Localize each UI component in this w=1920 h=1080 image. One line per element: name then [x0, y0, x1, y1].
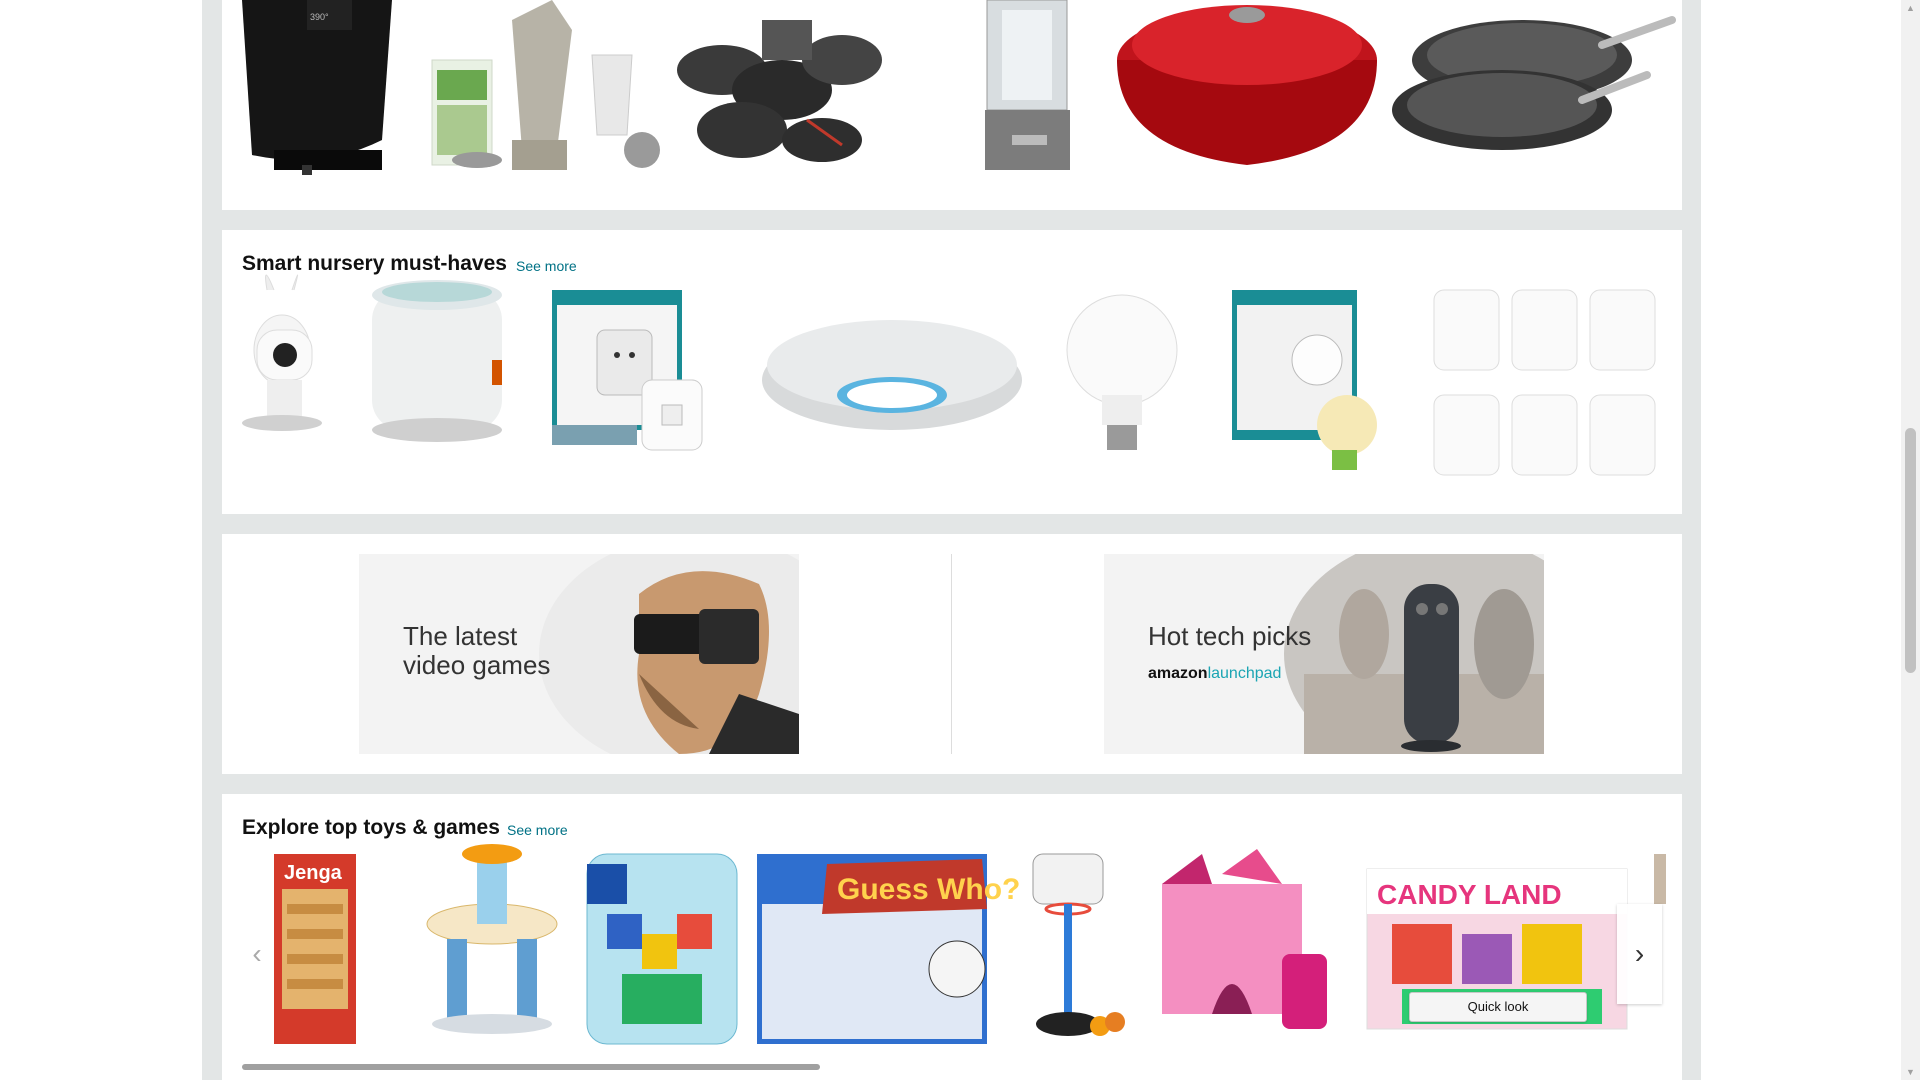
- product-smart-wifi-plug[interactable]: [552, 290, 703, 451]
- product-dutch-oven[interactable]: [1117, 5, 1377, 165]
- banners-card: The latest video games Hot tech picks am…: [222, 534, 1682, 774]
- carousel-scrollbar[interactable]: [242, 1064, 1662, 1070]
- product-blender-system[interactable]: [431, 0, 660, 170]
- hot-tech-banner[interactable]: Hot tech picks amazonlaunchpad: [1104, 554, 1544, 754]
- product-night-light-projector[interactable]: [372, 280, 502, 442]
- product-cookware-set[interactable]: [677, 20, 882, 162]
- jenga-logo-text: Jenga: [284, 862, 343, 884]
- quick-look-button[interactable]: Quick look: [1409, 992, 1587, 1022]
- product-plug-in-night-lights[interactable]: [1433, 289, 1656, 476]
- vertical-scrollbar-thumb[interactable]: [1905, 428, 1916, 673]
- product-mega-bloks[interactable]: [586, 853, 738, 1045]
- product-guess-who[interactable]: Guess Who?: [757, 854, 1020, 1044]
- logo-accent-text: launchpad: [1207, 665, 1282, 682]
- logo-brand-text: amazon: [1148, 665, 1208, 682]
- product-basketball-set[interactable]: [1032, 853, 1125, 1036]
- carousel-scrollbar-thumb[interactable]: [242, 1064, 820, 1070]
- banner-text-title: Hot tech picks: [1148, 621, 1312, 651]
- svg-text:390°: 390°: [310, 12, 329, 22]
- carousel-prev-button[interactable]: ‹: [242, 904, 272, 1004]
- carousel-next-button[interactable]: ›: [1617, 904, 1662, 1004]
- product-air-fryer[interactable]: 390°: [242, 0, 392, 175]
- product-next-peek[interactable]: [1654, 854, 1666, 904]
- page-gutter-right: [1701, 0, 1901, 1080]
- product-fry-pan-set[interactable]: [1392, 16, 1676, 150]
- banner-divider: [951, 554, 952, 754]
- vertical-scrollbar[interactable]: ▲ ▼: [1901, 0, 1920, 1080]
- chevron-right-icon: ›: [1634, 938, 1645, 969]
- amazon-launchpad-logo: amazonlaunchpad: [1148, 665, 1281, 683]
- product-jenga[interactable]: Jenga: [274, 854, 356, 1044]
- product-smart-bulb[interactable]: [1066, 294, 1178, 450]
- video-games-banner[interactable]: The latest video games: [359, 554, 799, 754]
- product-baby-monitor-camera[interactable]: [242, 274, 322, 431]
- product-smart-led-bulb[interactable]: [1232, 290, 1377, 470]
- product-water-table[interactable]: [426, 844, 558, 1034]
- banner-text-line2: video games: [403, 650, 551, 680]
- product-smoke-alarm[interactable]: [762, 320, 1022, 430]
- toys-card: Explore top toys & games See more Jenga: [222, 794, 1682, 1080]
- guess-who-logo-text: Guess Who?: [837, 873, 1020, 906]
- scroll-down-arrow[interactable]: ▼: [1905, 1066, 1916, 1078]
- chevron-left-icon: ‹: [252, 938, 262, 969]
- candy-land-logo-text: CANDY LAND: [1377, 879, 1562, 910]
- kitchen-card: 390°: [222, 0, 1682, 210]
- product-food-processor[interactable]: [985, 0, 1070, 170]
- nursery-card: Smart nursery must-haves See more: [222, 230, 1682, 514]
- page-gutter-left: [0, 0, 202, 1080]
- banner-text-line1: The latest: [403, 621, 518, 651]
- product-castle-tent[interactable]: [1162, 849, 1327, 1029]
- scroll-up-arrow[interactable]: ▲: [1905, 2, 1916, 14]
